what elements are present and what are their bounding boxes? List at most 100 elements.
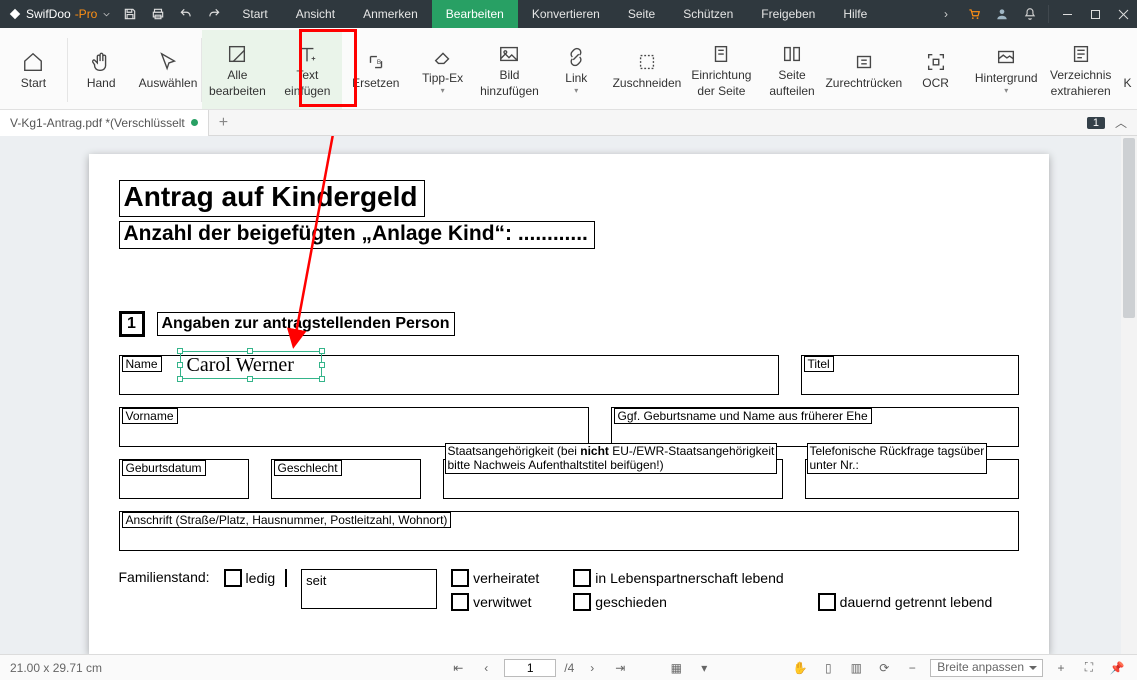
last-page-button[interactable]: ⇥: [610, 661, 630, 675]
tool-overflow[interactable]: K: [1118, 30, 1137, 109]
pdf-page[interactable]: Antrag auf Kindergeld Anzahl der beigefü…: [89, 154, 1049, 654]
menu-hilfe[interactable]: Hilfe: [829, 0, 881, 28]
zoom-label: Breite anpassen: [937, 660, 1024, 674]
title-bar: SwifDoo-Pro Start Ansicht Anmerken Bearb…: [0, 0, 1137, 28]
app-logo[interactable]: SwifDoo-Pro: [0, 7, 116, 21]
bell-icon[interactable]: [1016, 0, 1044, 28]
svg-text:B: B: [377, 59, 381, 66]
split-icon: [781, 40, 803, 68]
zoom-out-button[interactable]: −: [902, 661, 922, 675]
field-geburtsdatum[interactable]: Geburtsdatum: [119, 459, 249, 499]
field-telefon[interactable]: Telefonische Rückfrage tagsüberunter Nr.…: [805, 459, 1019, 499]
menu-seite[interactable]: Seite: [614, 0, 669, 28]
field-ggf[interactable]: Ggf. Geburtsname und Name aus früherer E…: [611, 407, 1019, 447]
tool-split[interactable]: Seite aufteilen: [759, 30, 826, 109]
checkbox-icon[interactable]: [573, 569, 591, 587]
app-name-b: -Pro: [75, 7, 98, 21]
view-grid-icon[interactable]: ▦: [666, 661, 686, 675]
inserted-text-value[interactable]: Carol Werner: [181, 352, 321, 379]
option-getrennt[interactable]: dauernd getrennt lebend: [818, 593, 993, 611]
menu-bearbeiten[interactable]: Bearbeiten: [432, 0, 518, 28]
option-geschieden[interactable]: geschieden: [573, 593, 783, 611]
checkbox-icon[interactable]: [451, 593, 469, 611]
checkbox-icon[interactable]: [224, 569, 242, 587]
tool-indent[interactable]: Zurechtrücken: [825, 30, 902, 109]
tab-title: V-Kg1-Antrag.pdf *(Verschlüsselt: [10, 116, 185, 130]
save-icon[interactable]: [116, 0, 144, 28]
chevron-down-icon[interactable]: ▾: [694, 661, 714, 675]
chevron-down-icon: ▾: [574, 86, 578, 96]
tool-insert-text[interactable]: Text einfügen: [272, 30, 342, 109]
tool-tippex[interactable]: Tipp-Ex ▾: [409, 30, 476, 109]
tool-background[interactable]: Hintergrund ▾: [969, 30, 1043, 109]
chevron-right-icon[interactable]: ›: [932, 0, 960, 28]
checkbox-icon[interactable]: [573, 593, 591, 611]
page-indicator-badge[interactable]: 1: [1087, 117, 1105, 129]
option-lebenspartnerschaft[interactable]: in Lebenspartnerschaft lebend: [573, 569, 783, 587]
field-seit[interactable]: seit: [301, 569, 437, 609]
field-titel[interactable]: Titel: [801, 355, 1019, 395]
zoom-in-button[interactable]: +: [1051, 661, 1071, 675]
option-ledig[interactable]: ledig: [224, 569, 288, 587]
print-icon[interactable]: [144, 0, 172, 28]
collapse-ribbon-icon[interactable]: ︿: [1115, 114, 1127, 131]
rotate-icon[interactable]: ⟳: [874, 661, 894, 675]
tool-select[interactable]: Auswählen: [135, 30, 202, 109]
single-page-icon[interactable]: ▯: [818, 661, 838, 675]
tool-link[interactable]: Link ▾: [543, 30, 610, 109]
field-geschlecht[interactable]: Geschlecht: [271, 459, 421, 499]
menu-freigeben[interactable]: Freigeben: [747, 0, 829, 28]
option-verheiratet[interactable]: verheiratet: [451, 569, 539, 587]
zoom-select[interactable]: Breite anpassen: [930, 659, 1043, 677]
vertical-scrollbar[interactable]: [1121, 136, 1137, 654]
hand-mode-icon[interactable]: ✋: [790, 661, 810, 675]
redo-icon[interactable]: [200, 0, 228, 28]
minimize-button[interactable]: [1053, 0, 1081, 28]
fullscreen-icon[interactable]: ⛶: [1079, 660, 1099, 675]
undo-icon[interactable]: [172, 0, 200, 28]
menu-ansicht[interactable]: Ansicht: [282, 0, 349, 28]
field-vorname[interactable]: Vorname: [119, 407, 589, 447]
tool-replace[interactable]: B Ersetzen: [342, 30, 409, 109]
continuous-icon[interactable]: ▥: [846, 661, 866, 675]
tool-edit-all[interactable]: Alle bearbeiten: [202, 30, 272, 109]
field-staat[interactable]: Staatsangehörigkeit (bei nicht EU-/EWR-S…: [443, 459, 783, 499]
prev-page-button[interactable]: ‹: [476, 661, 496, 675]
tool-ocr[interactable]: OCR: [902, 30, 969, 109]
hand-icon: [90, 48, 112, 76]
menu-start[interactable]: Start: [228, 0, 281, 28]
page-setup-icon: [710, 40, 732, 68]
tool-ocr-label: OCR: [922, 76, 949, 92]
tool-start[interactable]: Start: [0, 30, 67, 109]
menu-konvertieren[interactable]: Konvertieren: [518, 0, 614, 28]
viewport[interactable]: Antrag auf Kindergeld Anzahl der beigefü…: [0, 136, 1137, 654]
tool-crop[interactable]: Zuschneiden: [610, 30, 684, 109]
menu-anmerken[interactable]: Anmerken: [349, 0, 432, 28]
option-verwitwet[interactable]: verwitwet: [451, 593, 539, 611]
familienstand-row: Familienstand: ledig seit verheiratet ve…: [119, 569, 1019, 611]
document-tab[interactable]: V-Kg1-Antrag.pdf *(Verschlüsselt: [0, 110, 209, 136]
tool-page-setup[interactable]: Einrichtung der Seite: [684, 30, 758, 109]
checkbox-icon[interactable]: [451, 569, 469, 587]
pin-icon[interactable]: 📌: [1107, 661, 1127, 675]
inserted-text-box[interactable]: Carol Werner: [180, 351, 322, 379]
close-button[interactable]: [1109, 0, 1137, 28]
background-icon: [995, 43, 1017, 71]
cart-icon[interactable]: [960, 0, 988, 28]
main-menu: Start Ansicht Anmerken Bearbeiten Konver…: [228, 0, 881, 28]
tool-toc[interactable]: Verzeichnis extrahieren: [1043, 30, 1117, 109]
field-anschrift[interactable]: Anschrift (Straße/Platz, Hausnummer, Pos…: [119, 511, 1019, 551]
add-tab-button[interactable]: +: [209, 114, 238, 132]
scrollbar-thumb[interactable]: [1123, 138, 1135, 318]
next-page-button[interactable]: ›: [582, 661, 602, 675]
user-icon[interactable]: [988, 0, 1016, 28]
menu-schuetzen[interactable]: Schützen: [669, 0, 747, 28]
tool-hand[interactable]: Hand: [68, 30, 135, 109]
swifdoo-logo-icon: [8, 7, 22, 21]
page-number-input[interactable]: [504, 659, 556, 677]
section-title: Angaben zur antragstellenden Person: [157, 312, 455, 336]
maximize-button[interactable]: [1081, 0, 1109, 28]
first-page-button[interactable]: ⇤: [448, 661, 468, 675]
checkbox-icon[interactable]: [818, 593, 836, 611]
tool-add-image[interactable]: Bild hinzufügen: [476, 30, 543, 109]
